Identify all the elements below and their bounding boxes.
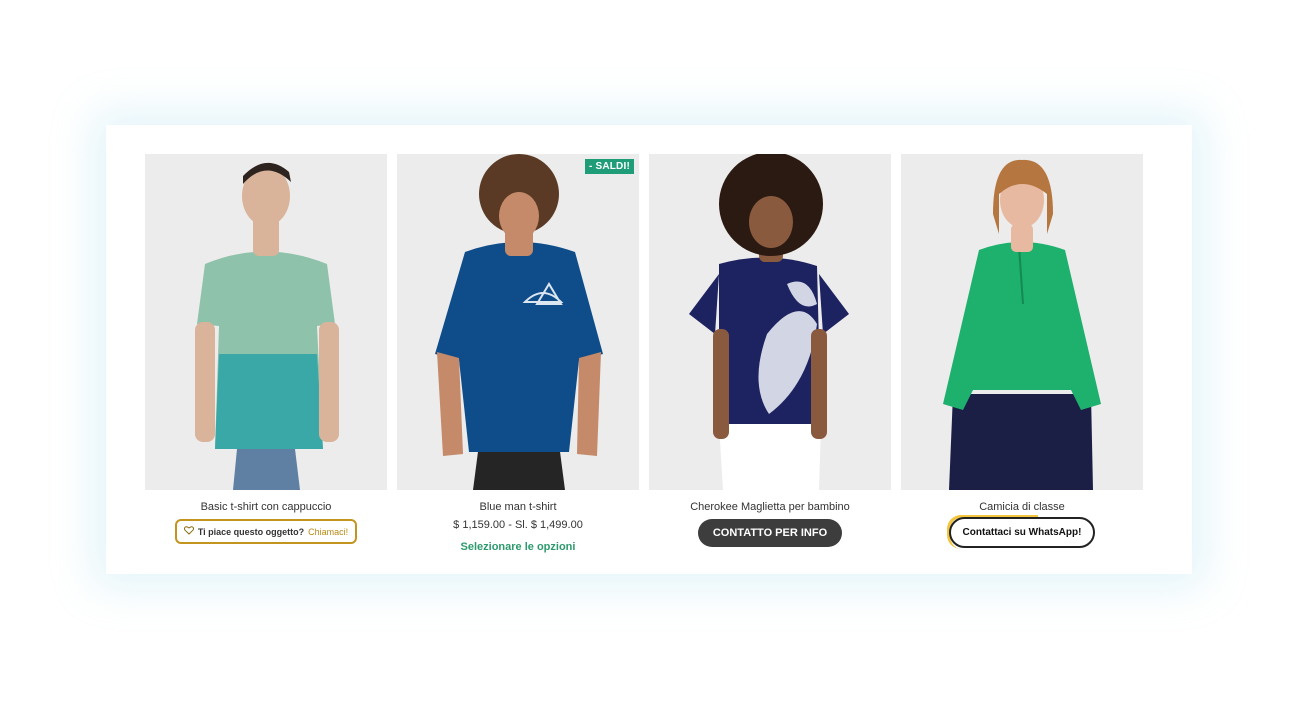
whatsapp-contact-button[interactable]: Contattaci su WhatsApp! bbox=[948, 517, 1096, 548]
heart-outline-icon bbox=[183, 526, 194, 537]
contact-info-button[interactable]: CONTATTO PER INFO bbox=[697, 519, 843, 547]
product-photo[interactable] bbox=[649, 154, 891, 490]
product-card: Camicia di classe Contattaci su WhatsApp… bbox=[901, 154, 1143, 549]
product-title[interactable]: Cherokee Maglietta per bambino bbox=[690, 501, 850, 515]
product-card: Basic t-shirt con cappuccio Ti piace que… bbox=[145, 154, 387, 544]
product-title[interactable]: Camicia di classe bbox=[979, 501, 1065, 515]
product-title[interactable]: Basic t-shirt con cappuccio bbox=[201, 501, 332, 515]
product-image bbox=[145, 154, 387, 490]
product-price: $ 1,159.00 - Sl. $ 1,499.00 bbox=[453, 519, 583, 531]
like-contact-button[interactable]: Ti piace questo oggetto? Chiamaci! bbox=[174, 519, 358, 544]
product-image bbox=[649, 154, 891, 490]
like-question: Ti piace questo oggetto? bbox=[197, 526, 305, 537]
like-call: Chiamaci! bbox=[308, 526, 349, 537]
product-photo[interactable]: - SALDI! bbox=[397, 154, 639, 490]
product-photo[interactable] bbox=[901, 154, 1143, 490]
product-title[interactable]: Blue man t-shirt bbox=[479, 501, 556, 515]
select-options-link[interactable]: Selezionare le opzioni bbox=[461, 541, 576, 553]
product-photo[interactable] bbox=[145, 154, 387, 490]
whatsapp-button-wrapper: Contattaci su WhatsApp! bbox=[946, 515, 1096, 549]
product-grid-card: Basic t-shirt con cappuccio Ti piace que… bbox=[106, 125, 1192, 574]
product-card: Cherokee Maglietta per bambino CONTATTO … bbox=[649, 154, 891, 547]
product-card: - SALDI! Blue man t-shirt $ 1,159.00 - S… bbox=[397, 154, 639, 553]
product-image bbox=[397, 154, 639, 490]
product-image bbox=[901, 154, 1143, 490]
sale-badge: - SALDI! bbox=[584, 159, 634, 174]
